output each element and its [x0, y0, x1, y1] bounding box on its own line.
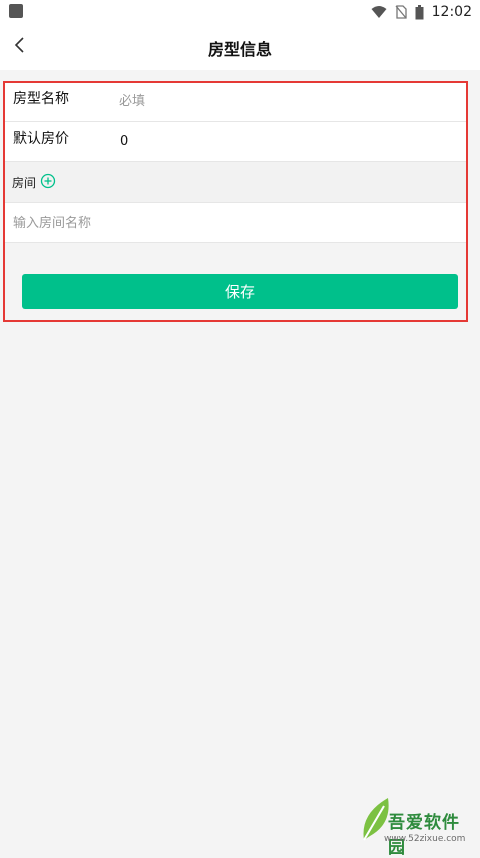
name-input[interactable]: [119, 90, 449, 112]
save-area: 保存: [4, 243, 468, 323]
rooms-label: 房间: [12, 176, 37, 190]
watermark: 吾爱软件园 www.52zixue.com: [358, 780, 476, 858]
no-sim-icon: [395, 5, 407, 19]
watermark-url: www.52zixue.com: [384, 834, 466, 844]
name-row: 房型名称: [4, 82, 468, 122]
rooms-header: 房间: [4, 162, 468, 203]
add-room-button[interactable]: [40, 173, 56, 189]
room-name-row: [4, 203, 468, 243]
nav-bar: 房型信息: [0, 24, 480, 70]
page-title: 房型信息: [207, 40, 272, 59]
price-input[interactable]: 0: [120, 134, 128, 149]
room-type-form: 房型名称 默认房价 0 房间 保存: [4, 82, 468, 323]
battery-icon: [415, 4, 424, 20]
room-name-input[interactable]: [13, 212, 443, 234]
watermark-text: 吾爱软件园: [388, 813, 460, 858]
wifi-icon: [371, 5, 387, 19]
name-label: 房型名称: [13, 91, 69, 107]
status-bar: 12:02: [0, 0, 480, 24]
status-time: 12:02: [431, 4, 472, 20]
status-icons: 12:02: [371, 3, 472, 21]
save-button[interactable]: 保存: [22, 274, 458, 309]
plus-circle-icon: [40, 173, 56, 189]
price-row: 默认房价 0: [4, 122, 468, 162]
price-label: 默认房价: [13, 131, 69, 147]
app-icon: [9, 4, 23, 18]
